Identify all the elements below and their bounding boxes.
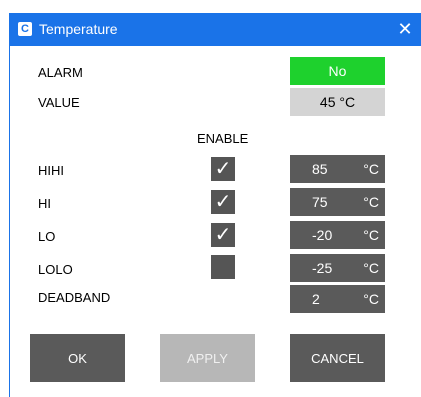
enable-checkbox-lo[interactable]: ✓ [211, 223, 235, 247]
window-border [9, 46, 10, 397]
limit-label-hihi: HIHI [38, 163, 64, 178]
limit-unit-hihi: °C [363, 161, 379, 177]
alarm-label: ALARM [38, 65, 83, 80]
limit-label-lo: LO [38, 229, 56, 244]
deadband-field[interactable]: 2 °C [290, 285, 385, 313]
limit-value-lo: -20 [312, 227, 333, 243]
limit-label-lolo: LOLO [38, 262, 73, 277]
value-label: VALUE [38, 95, 80, 110]
temperature-dialog: C Temperature ✕ ALARM No VALUE 45 °C ENA… [0, 0, 421, 397]
cancel-button[interactable]: CANCEL [290, 334, 385, 382]
limit-value-hi: 75 [312, 194, 328, 210]
limit-unit-lo: °C [363, 227, 379, 243]
limit-field-lo[interactable]: -20 °C [290, 221, 385, 249]
enable-column-header: ENABLE [197, 131, 249, 146]
deadband-unit: °C [363, 291, 379, 307]
enable-checkbox-hihi[interactable]: ✓ [211, 157, 235, 181]
window-title: Temperature [39, 21, 118, 37]
enable-checkbox-hi[interactable]: ✓ [211, 190, 235, 214]
alarm-status-badge: No [290, 57, 385, 85]
limit-field-lolo[interactable]: -25 °C [290, 254, 385, 282]
app-logo-icon: C [18, 22, 32, 36]
title-bar[interactable]: C Temperature ✕ [9, 13, 421, 46]
limit-unit-hi: °C [363, 194, 379, 210]
limit-value-hihi: 85 [312, 161, 328, 177]
limit-label-hi: HI [38, 196, 51, 211]
limit-unit-lolo: °C [363, 260, 379, 276]
deadband-value: 2 [312, 291, 320, 307]
current-value-display: 45 °C [290, 88, 385, 116]
apply-button[interactable]: APPLY [160, 334, 255, 382]
limit-field-hi[interactable]: 75 °C [290, 188, 385, 216]
close-icon[interactable]: ✕ [395, 17, 415, 41]
enable-checkbox-lolo[interactable] [211, 255, 235, 279]
limit-field-hihi[interactable]: 85 °C [290, 155, 385, 183]
deadband-label: DEADBAND [38, 290, 111, 305]
limit-value-lolo: -25 [312, 260, 333, 276]
ok-button[interactable]: OK [30, 334, 125, 382]
